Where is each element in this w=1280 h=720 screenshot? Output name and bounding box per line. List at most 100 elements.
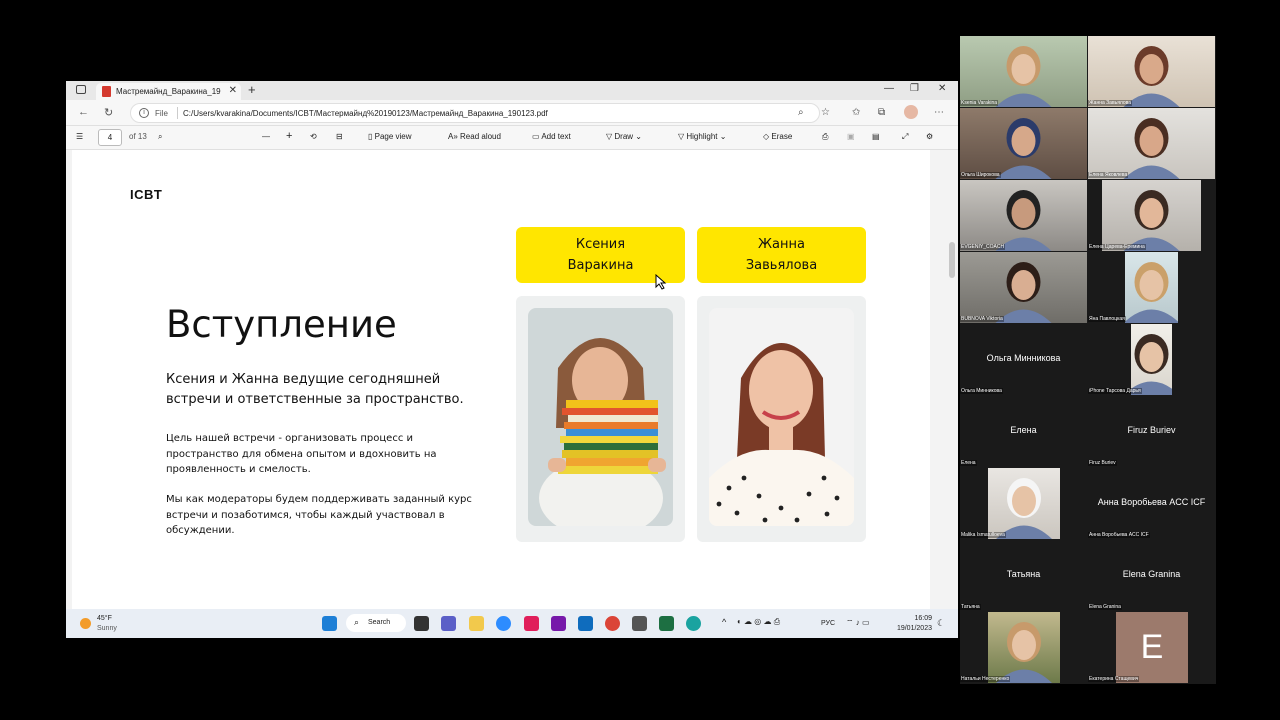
onenote-icon[interactable] bbox=[551, 616, 566, 631]
address-bar-row: ← ↻ i File C:/Users/kvarakina/Documents/… bbox=[66, 100, 958, 126]
divider bbox=[177, 107, 178, 119]
draw-button[interactable]: ▽ Draw ⌄ bbox=[606, 132, 642, 141]
input-language[interactable]: РУС bbox=[821, 620, 835, 627]
tab-active-pdf[interactable]: Мастремайнд_Варакина_19012 ✕ bbox=[96, 83, 241, 100]
network-volume-icons[interactable]: ⌔ ♪ ▭ bbox=[846, 618, 870, 628]
clock-time[interactable]: 16:09 bbox=[898, 615, 932, 622]
start-windows-icon[interactable] bbox=[322, 616, 337, 631]
participant-tile[interactable]: EVGENIY_COACH bbox=[960, 180, 1087, 251]
scrollbar-thumb[interactable] bbox=[949, 242, 955, 278]
participant-tile[interactable]: Ольга Широкова bbox=[960, 108, 1087, 179]
taskbar-search[interactable]: ⌕ Search bbox=[346, 614, 406, 632]
participant-name-label: Malika Ismatulloeva bbox=[960, 532, 1006, 538]
file-explorer-icon[interactable] bbox=[469, 616, 484, 631]
add-text-button[interactable]: ▭ Add text bbox=[532, 132, 571, 141]
participant-tile[interactable]: Натальи Нестеренко bbox=[960, 612, 1087, 683]
favorite-add-icon[interactable]: ☆ bbox=[821, 107, 830, 118]
slide-title: Вступление bbox=[166, 303, 397, 346]
zoom-app-icon[interactable] bbox=[496, 616, 511, 631]
participant-tile[interactable]: Елена Яковлева bbox=[1088, 108, 1215, 179]
participant-tile[interactable]: Ksenia Varakina bbox=[960, 36, 1087, 107]
participant-tile[interactable]: Ольга Минникова Ольга Минникова bbox=[960, 324, 1087, 395]
save-icon[interactable]: ▣ bbox=[847, 132, 855, 141]
participant-tile[interactable]: BUBNOVA Viktoria bbox=[960, 252, 1087, 323]
rotate-icon[interactable]: ⟲ bbox=[310, 132, 317, 141]
read-aloud-button[interactable]: A» Read aloud bbox=[448, 132, 501, 141]
participant-video bbox=[1088, 36, 1215, 107]
participant-video bbox=[960, 252, 1087, 323]
highlight-button[interactable]: ▽ Highlight ⌄ bbox=[678, 132, 726, 141]
zoom-in-icon[interactable]: + bbox=[286, 130, 292, 142]
fullscreen-icon[interactable]: ⤢ bbox=[902, 132, 908, 142]
excel-icon[interactable] bbox=[659, 616, 674, 631]
weather-temp[interactable]: 45°F bbox=[97, 615, 112, 622]
erase-button[interactable]: ◇ Erase bbox=[763, 132, 792, 141]
print-icon[interactable]: ⎙ bbox=[822, 132, 828, 142]
info-icon[interactable]: i bbox=[139, 108, 149, 118]
add-text-label: Add text bbox=[541, 132, 571, 141]
more-icon[interactable]: ⋯ bbox=[934, 107, 944, 118]
outlook-icon[interactable] bbox=[578, 616, 593, 631]
participant-video bbox=[1131, 324, 1172, 395]
profile-avatar[interactable] bbox=[904, 105, 918, 119]
minimize-icon[interactable]: — bbox=[884, 83, 894, 94]
clock-date[interactable]: 19/01/2023 bbox=[892, 625, 932, 632]
url-text[interactable]: C:/Users/kvarakina/Documents/ICBT/Мастер… bbox=[183, 109, 548, 118]
participant-tile[interactable]: Елена Царева-Еремина bbox=[1088, 180, 1215, 251]
tab-bar: Мастремайнд_Варакина_19012 ✕ + — ❐ ✕ bbox=[66, 81, 958, 100]
task-view-icon[interactable] bbox=[414, 616, 429, 631]
participant-tile[interactable]: Жанна Завьялова bbox=[1088, 36, 1215, 107]
participant-tile[interactable]: Firuz Buriev Firuz Buriev bbox=[1088, 396, 1215, 467]
zoom-icon[interactable]: ⌕ bbox=[798, 107, 804, 118]
participant-tile[interactable]: E Екатерина Стащевич bbox=[1088, 612, 1215, 683]
participant-tile[interactable]: Елена Елена bbox=[960, 396, 1087, 467]
back-icon[interactable]: ← bbox=[78, 106, 89, 118]
address-bar[interactable]: i File C:/Users/kvarakina/Documents/ICBT… bbox=[130, 103, 820, 123]
fit-page-icon[interactable]: ⊟ bbox=[336, 132, 343, 141]
weather-sun-icon[interactable] bbox=[80, 618, 91, 629]
participant-tile[interactable]: iPhone Тарсова Дарья bbox=[1088, 324, 1215, 395]
participant-tile[interactable]: Анна Воробьева ACC ICF Анна Воробьева ACC… bbox=[1088, 468, 1215, 539]
participant-name-label: iPhone Тарсова Дарья bbox=[1088, 388, 1142, 394]
notification-icon[interactable]: ☾ bbox=[937, 618, 945, 629]
read-aloud-label: Read aloud bbox=[460, 132, 501, 141]
participant-tile[interactable]: Malika Ismatulloeva bbox=[960, 468, 1087, 539]
pdf-page: ICBT Вступление Ксения и Жанна ведущие с… bbox=[72, 150, 930, 609]
video-gallery: Ksenia Varakina Жанна Завьялова Ольга Широ… bbox=[960, 36, 1216, 684]
calculator-icon[interactable] bbox=[632, 616, 647, 631]
tab-actions-icon[interactable] bbox=[76, 85, 86, 94]
host1-last-name: Варакина bbox=[567, 258, 634, 273]
contents-icon[interactable]: ☰ bbox=[76, 132, 83, 141]
participant-name-label: Elena Granina bbox=[1088, 604, 1122, 610]
host2-first-name: Жанна bbox=[758, 237, 805, 252]
save-as-icon[interactable]: ▤ bbox=[872, 132, 880, 141]
zoom-out-icon[interactable]: — bbox=[262, 132, 270, 141]
slack-icon[interactable] bbox=[524, 616, 539, 631]
page-number-input[interactable]: 4 bbox=[98, 129, 122, 146]
close-window-icon[interactable]: ✕ bbox=[938, 83, 946, 94]
close-tab-icon[interactable]: ✕ bbox=[229, 85, 237, 96]
participant-video bbox=[988, 468, 1060, 539]
restore-icon[interactable]: ❐ bbox=[910, 83, 919, 94]
page-view-button[interactable]: ▯ Page view bbox=[368, 132, 412, 141]
collections-icon[interactable]: ⧉ bbox=[878, 107, 885, 118]
participant-tile[interactable]: Яна Павлоцкая bbox=[1088, 252, 1215, 323]
participant-video bbox=[1125, 252, 1178, 323]
find-icon[interactable]: ⌕ bbox=[158, 132, 162, 142]
weather-desc[interactable]: Sunny bbox=[97, 625, 117, 632]
new-tab-icon[interactable]: + bbox=[248, 82, 256, 97]
host2-last-name: Завьялова bbox=[745, 258, 818, 273]
mouse-cursor-icon bbox=[655, 274, 667, 290]
edge-icon[interactable] bbox=[686, 616, 701, 631]
refresh-icon[interactable]: ↻ bbox=[104, 106, 113, 119]
participant-tile[interactable]: Татьяна Татьяна bbox=[960, 540, 1087, 611]
chrome-icon[interactable] bbox=[605, 616, 620, 631]
settings-gear-icon[interactable]: ⚙ bbox=[926, 132, 933, 141]
tray-chevron-icon[interactable]: ^ bbox=[722, 617, 726, 627]
tray-icons[interactable]: ◐ ☁ ◎ ☁ ⎙ bbox=[737, 617, 780, 627]
teams-icon[interactable] bbox=[441, 616, 456, 631]
favorites-icon[interactable]: ✩ bbox=[852, 107, 860, 118]
vertical-scrollbar[interactable] bbox=[948, 150, 956, 609]
participant-display-name: Анна Воробьева ACC ICF bbox=[1097, 497, 1206, 507]
participant-tile[interactable]: Elena Granina Elena Granina bbox=[1088, 540, 1215, 611]
